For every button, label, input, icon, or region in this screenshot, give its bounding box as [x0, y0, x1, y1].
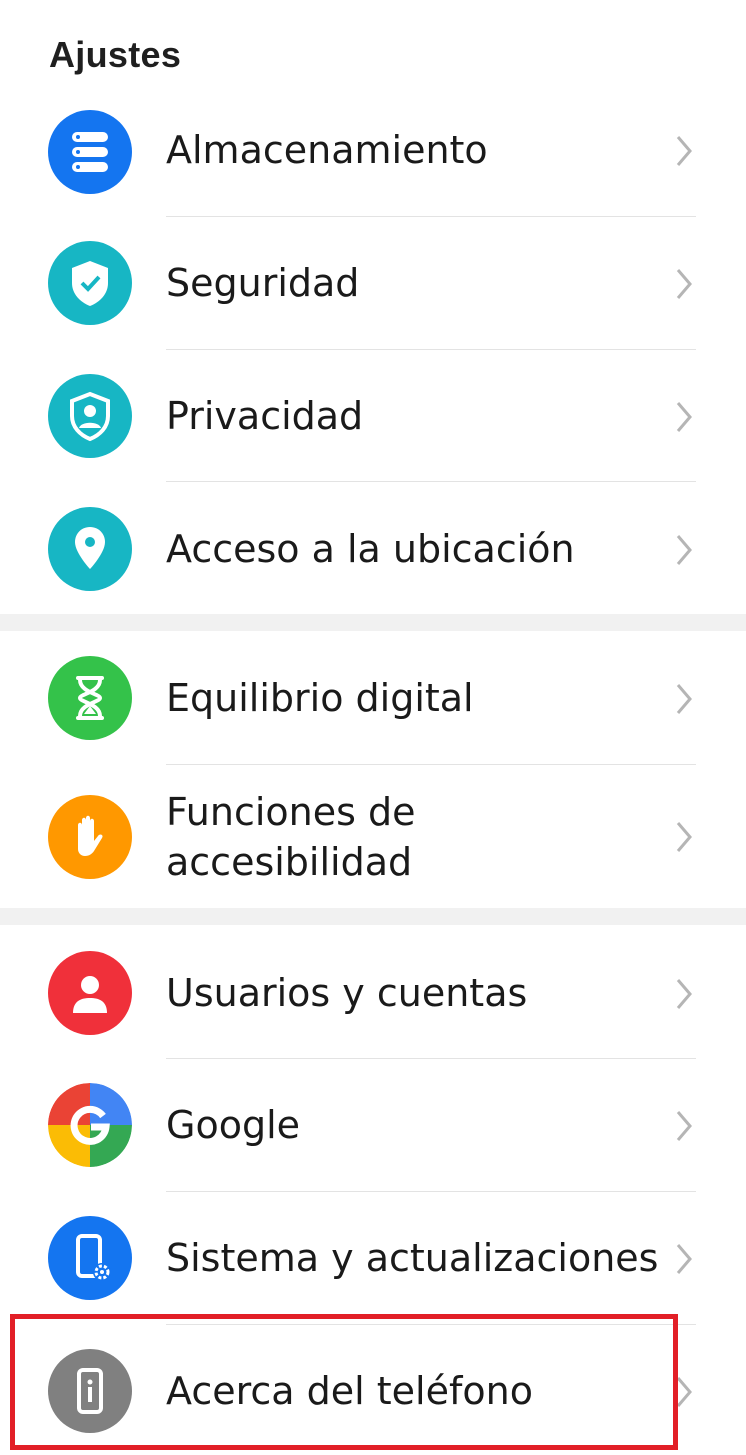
chevron-right-icon	[672, 974, 696, 1014]
hand-icon	[48, 795, 132, 879]
settings-item-sistema[interactable]: Sistema y actualizaciones	[0, 1216, 746, 1324]
settings-item-label: Sistema y actualizaciones	[166, 1236, 659, 1280]
settings-item-label: Equilibrio digital	[166, 676, 474, 720]
chevron-right-icon	[672, 397, 696, 437]
divider	[166, 481, 696, 482]
chevron-right-icon	[672, 1372, 696, 1412]
page-title: Ajustes	[49, 34, 182, 75]
settings-item-label: Usuarios y cuentas	[166, 971, 528, 1015]
settings-item-label: Acceso a la ubicación	[166, 527, 575, 571]
settings-item-acerca-del-telefono[interactable]: Acerca del teléfono	[0, 1349, 746, 1449]
section-separator	[0, 614, 746, 631]
settings-item-privacidad[interactable]: Privacidad	[0, 374, 746, 481]
settings-item-label: Funciones de accesibilidad	[166, 790, 416, 884]
divider	[166, 1191, 696, 1192]
chevron-right-icon	[672, 1106, 696, 1146]
divider	[166, 1058, 696, 1059]
settings-item-label: Seguridad	[166, 261, 360, 305]
settings-item-google[interactable]: Google	[0, 1083, 746, 1191]
settings-item-label: Privacidad	[166, 394, 364, 438]
settings-item-label: Almacenamiento	[166, 128, 488, 172]
divider	[166, 764, 696, 765]
divider	[166, 1324, 696, 1325]
phone-info-icon	[48, 1349, 132, 1433]
settings-item-equilibrio-digital[interactable]: Equilibrio digital	[0, 656, 746, 764]
chevron-right-icon	[672, 1239, 696, 1279]
settings-item-almacenamiento[interactable]: Almacenamiento	[0, 110, 746, 216]
chevron-right-icon	[672, 131, 696, 171]
system-update-icon	[48, 1216, 132, 1300]
divider	[166, 216, 696, 217]
divider	[166, 349, 696, 350]
privacy-icon	[48, 374, 132, 458]
chevron-right-icon	[672, 817, 696, 857]
user-icon	[48, 951, 132, 1035]
storage-icon	[48, 110, 132, 194]
settings-item-seguridad[interactable]: Seguridad	[0, 241, 746, 349]
settings-item-accesibilidad[interactable]: Funciones de accesibilidad	[0, 787, 746, 908]
section-separator	[0, 908, 746, 925]
settings-item-usuarios[interactable]: Usuarios y cuentas	[0, 951, 746, 1058]
settings-item-label: Google	[166, 1103, 301, 1147]
settings-item-label: Acerca del teléfono	[166, 1369, 533, 1413]
hourglass-icon	[48, 656, 132, 740]
settings-item-ubicacion[interactable]: Acceso a la ubicación	[0, 507, 746, 614]
chevron-right-icon	[672, 679, 696, 719]
chevron-right-icon	[672, 264, 696, 304]
location-pin-icon	[48, 507, 132, 591]
google-icon	[48, 1083, 132, 1167]
chevron-right-icon	[672, 530, 696, 570]
shield-check-icon	[48, 241, 132, 325]
